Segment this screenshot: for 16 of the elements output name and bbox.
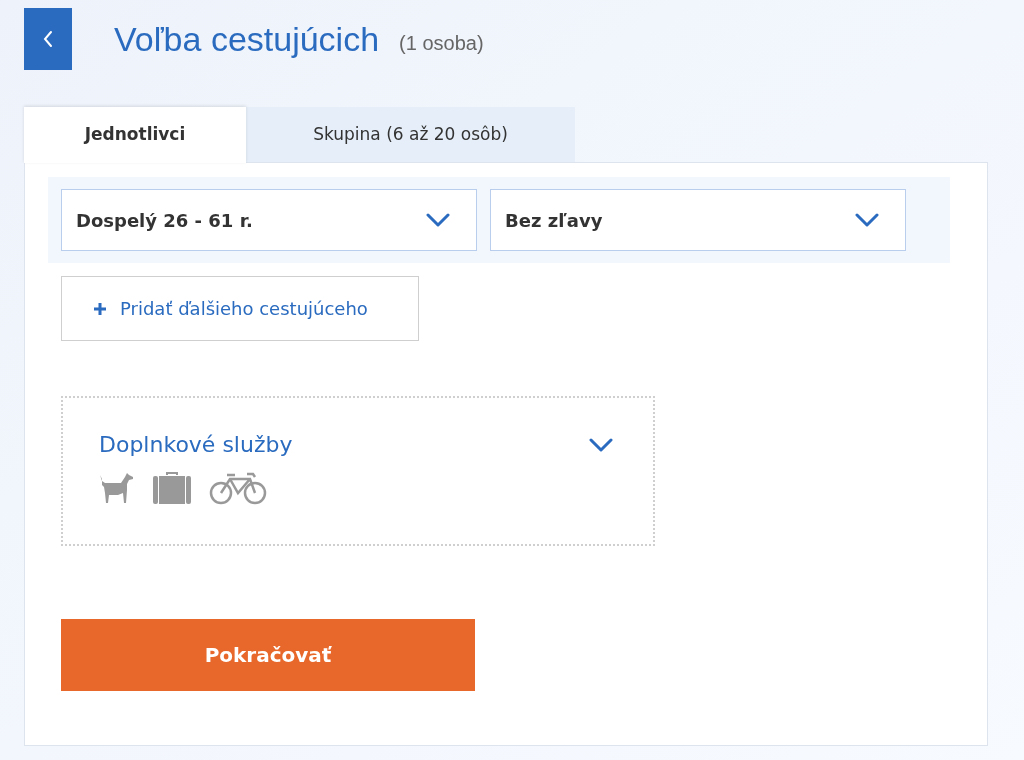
tab[interactable]: Skupina (6 až 20 osôb) xyxy=(246,107,575,162)
extras-title[interactable]: Doplnkové služby xyxy=(99,428,293,461)
dropdown[interactable]: Bez zľavy xyxy=(490,189,906,251)
page-title: Voľba cestujúcich xyxy=(114,18,380,60)
tab[interactable]: Jednotlivci xyxy=(24,107,246,163)
passenger-count: (1 osoba) xyxy=(399,31,484,56)
dog-icon xyxy=(99,471,135,505)
chevron-down-icon xyxy=(426,213,450,227)
chevron-down-icon xyxy=(855,213,879,227)
bicycle-icon xyxy=(209,471,267,505)
back-button[interactable] xyxy=(24,8,72,70)
add-passenger-button[interactable]: Pridať ďalšieho cestujúceho xyxy=(61,276,419,341)
plus-icon xyxy=(94,302,106,315)
dropdown[interactable]: Dospelý 26 - 61 r. xyxy=(61,189,477,251)
suitcase-icon xyxy=(153,471,191,505)
chevron-left-icon xyxy=(43,30,53,48)
